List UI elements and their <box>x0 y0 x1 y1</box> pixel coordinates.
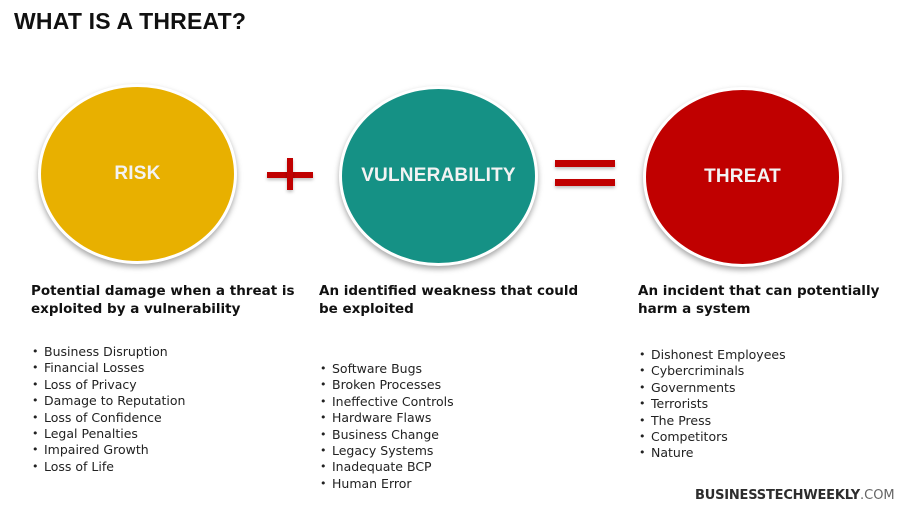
brand-domain: .COM <box>859 488 895 503</box>
list-item: Nature <box>638 445 898 462</box>
list-item: Hardware Flaws <box>319 410 589 427</box>
list-item: Dishonest Employees <box>638 347 898 364</box>
threat-circle: THREAT <box>643 87 842 267</box>
risk-heading: Potential damage when a threat is exploi… <box>31 283 295 317</box>
list-item: Governments <box>638 380 898 397</box>
vulnerability-circle: VULNERABILITY <box>339 86 538 266</box>
list-item: Ineffective Controls <box>319 394 589 411</box>
list-item: Inadequate BCP <box>319 459 589 476</box>
list-item: The Press <box>638 413 898 430</box>
page-title: WHAT IS A THREAT? <box>14 8 247 34</box>
vulnerability-list: Software BugsBroken ProcessesIneffective… <box>319 361 589 493</box>
plus-icon <box>267 158 313 190</box>
list-item: Business Disruption <box>31 344 301 361</box>
list-item: Terrorists <box>638 396 898 413</box>
brand-logo: BUSINESSTECHWEEKLY.COM <box>695 488 895 503</box>
list-item: Legal Penalties <box>31 426 301 443</box>
risk-circle: RISK <box>38 84 237 264</box>
list-item: Business Change <box>319 427 589 444</box>
list-item: Financial Losses <box>31 360 301 377</box>
list-item: Cybercriminals <box>638 363 898 380</box>
equals-icon <box>555 160 615 186</box>
risk-list: Business DisruptionFinancial LossesLoss … <box>31 344 301 476</box>
list-item: Broken Processes <box>319 377 589 394</box>
threat-heading: An incident that can potentially harm a … <box>638 283 880 317</box>
list-item: Competitors <box>638 429 898 446</box>
vulnerability-label: VULNERABILITY <box>361 165 516 186</box>
list-item: Impaired Growth <box>31 442 301 459</box>
threat-description: An incident that can potentially harm a … <box>638 282 898 462</box>
threat-list: Dishonest EmployeesCybercriminalsGovernm… <box>638 347 898 462</box>
list-item: Loss of Privacy <box>31 377 301 394</box>
list-item: Loss of Confidence <box>31 410 301 427</box>
brand-name: BUSINESSTECHWEEKLY <box>695 488 860 503</box>
risk-description: Potential damage when a threat is exploi… <box>31 282 301 476</box>
threat-label: THREAT <box>704 166 781 187</box>
risk-label: RISK <box>114 163 161 184</box>
vulnerability-heading: An identified weakness that could be exp… <box>319 283 579 317</box>
list-item: Loss of Life <box>31 459 301 476</box>
vulnerability-description: An identified weakness that could be exp… <box>319 282 589 493</box>
list-item: Damage to Reputation <box>31 393 301 410</box>
list-item: Human Error <box>319 476 589 493</box>
list-item: Legacy Systems <box>319 443 589 460</box>
list-item: Software Bugs <box>319 361 589 378</box>
